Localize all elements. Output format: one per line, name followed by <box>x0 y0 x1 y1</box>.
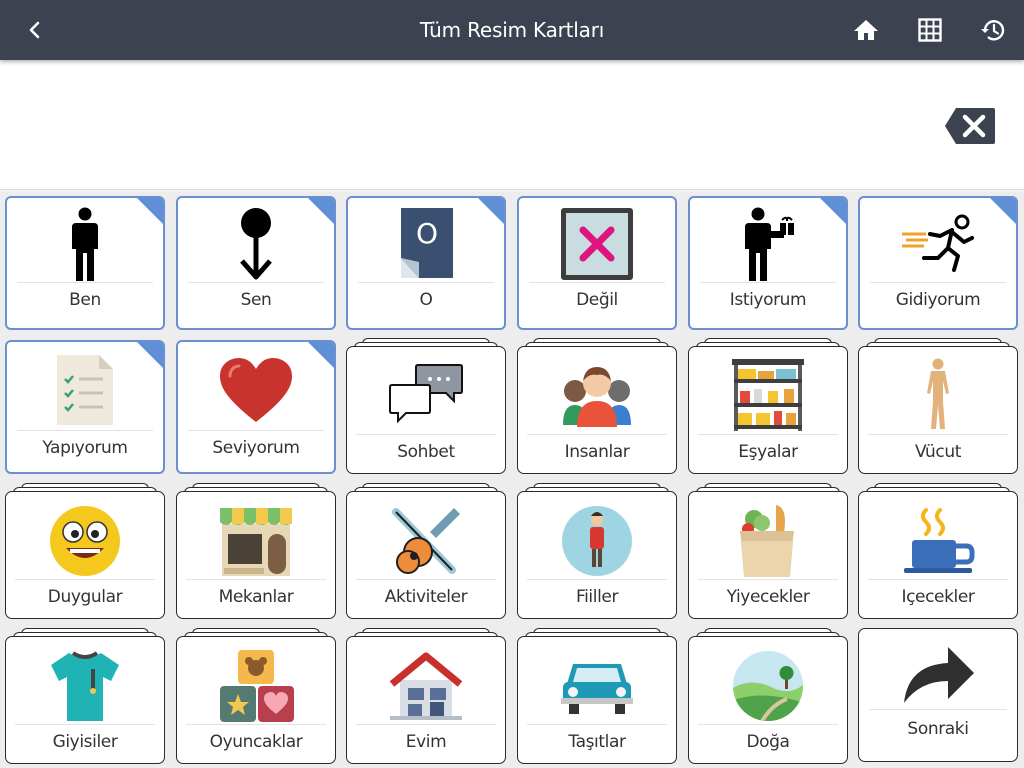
sentence-strip[interactable] <box>0 60 1024 190</box>
card-label: Içecekler <box>901 587 975 607</box>
category-icecekler[interactable]: Içecekler <box>858 483 1018 619</box>
checklist-icon <box>57 355 113 425</box>
grid-button[interactable] <box>910 10 950 50</box>
pointing-down-icon <box>240 208 272 280</box>
card-label: Seviyorum <box>212 438 300 458</box>
person-with-gift-icon <box>745 207 794 281</box>
card-label: Evim <box>405 732 447 752</box>
card-gidiyorum[interactable]: Gidiyorum <box>858 196 1018 330</box>
card-degil[interactable]: Değil <box>517 196 677 330</box>
shelves-icon <box>732 359 804 431</box>
cross-box-icon <box>561 208 633 280</box>
home-button[interactable] <box>846 10 886 50</box>
card-label: Mekanlar <box>218 587 294 607</box>
category-duygular[interactable]: Duygular <box>5 483 165 619</box>
category-tasitlar[interactable]: Taşıtlar <box>517 628 677 764</box>
grid-icon <box>918 18 942 42</box>
svg-text:O: O <box>416 217 438 250</box>
card-label: Sen <box>240 290 272 310</box>
card-label: Insanlar <box>564 442 630 462</box>
card-label: Taşıtlar <box>568 732 626 752</box>
category-yiyecekler[interactable]: Yiyecekler <box>688 483 848 619</box>
category-insanlar[interactable]: Insanlar <box>517 338 677 474</box>
letter-o-icon: O <box>401 208 453 278</box>
category-giyisiler[interactable]: Giyisiler <box>5 628 165 764</box>
backspace-icon <box>945 108 995 144</box>
running-person-icon <box>902 214 974 272</box>
card-ben[interactable]: Ben <box>5 196 165 330</box>
happy-face-icon <box>50 506 120 576</box>
toy-blocks-icon <box>220 650 294 722</box>
card-label: Giyisiler <box>52 732 118 752</box>
card-label: Fiiller <box>575 587 619 607</box>
card-label: Duygular <box>47 587 123 607</box>
category-mekanlar[interactable]: Mekanlar <box>176 483 336 619</box>
tshirt-icon <box>51 651 119 721</box>
category-aktiviteler[interactable]: Aktiviteler <box>346 483 506 619</box>
card-grid: Ben Sen O O Değil Istiyorum Gidiyorum Ya… <box>0 192 1024 768</box>
house-icon <box>389 652 463 720</box>
card-sen[interactable]: Sen <box>176 196 336 330</box>
card-label: Yiyecekler <box>726 587 810 607</box>
category-oyuncaklar[interactable]: Oyuncaklar <box>176 628 336 764</box>
card-label: Sohbet <box>397 442 455 462</box>
card-label: Eşyalar <box>738 442 798 462</box>
coffee-cup-icon <box>904 508 975 573</box>
category-doga[interactable]: Doğa <box>688 628 848 764</box>
category-fiiller[interactable]: Fiiller <box>517 483 677 619</box>
heart-icon <box>220 358 292 422</box>
card-label: Doğa <box>746 732 790 752</box>
people-icon <box>563 367 631 427</box>
card-label: Istiyorum <box>729 290 807 310</box>
card-istiyorum[interactable]: Istiyorum <box>688 196 848 330</box>
person-icon <box>72 207 98 281</box>
card-label: Vücut <box>914 442 962 462</box>
top-bar: Tüm Resim Kartları <box>0 0 1024 60</box>
card-label: Değil <box>576 290 618 310</box>
shop-icon <box>220 508 292 576</box>
home-icon <box>854 20 878 40</box>
card-seviyorum[interactable]: Seviyorum <box>176 340 336 474</box>
history-button[interactable] <box>973 10 1013 50</box>
card-label: Aktiviteler <box>384 587 468 607</box>
card-label: Sonraki <box>907 719 969 739</box>
card-o[interactable]: O O <box>346 196 506 330</box>
card-label: Oyuncaklar <box>209 732 303 752</box>
card-label: O <box>419 290 433 310</box>
category-sohbet[interactable]: Sohbet <box>346 338 506 474</box>
card-label: Gidiyorum <box>895 290 981 310</box>
history-icon <box>981 20 1005 41</box>
backspace-button[interactable] <box>944 107 996 145</box>
card-yapiyorum[interactable]: Yapıyorum <box>5 340 165 474</box>
landscape-icon <box>733 651 803 721</box>
category-vucut[interactable]: Vücut <box>858 338 1018 474</box>
chat-bubbles-icon <box>389 364 463 424</box>
forward-arrow-icon <box>904 647 974 703</box>
grocery-bag-icon <box>740 505 794 577</box>
card-label: Yapıyorum <box>42 438 128 458</box>
body-icon <box>927 358 949 429</box>
guitar-icon <box>392 508 460 574</box>
car-icon <box>561 664 633 714</box>
next-button[interactable]: Sonraki <box>858 628 1018 762</box>
category-evim[interactable]: Evim <box>346 628 506 764</box>
category-esyalar[interactable]: Eşyalar <box>688 338 848 474</box>
card-label: Ben <box>69 290 101 310</box>
standing-child-icon <box>562 506 632 576</box>
